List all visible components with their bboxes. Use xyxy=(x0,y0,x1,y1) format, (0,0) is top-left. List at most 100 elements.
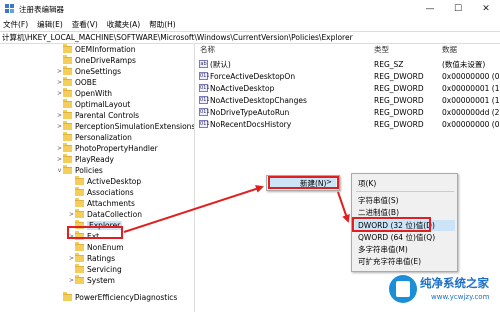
folder-icon xyxy=(75,176,84,185)
value-type: REG_DWORD xyxy=(374,119,424,129)
folder-icon xyxy=(75,242,84,251)
tree-item-parental-controls[interactable]: > Parental Controls xyxy=(56,110,139,121)
submenu-item-multi-string-value[interactable]: 多字符串值(M) xyxy=(358,244,408,255)
folder-icon xyxy=(63,121,72,130)
tree-item-onedriveramps[interactable]: OneDriveRamps xyxy=(56,55,136,66)
column-header-name[interactable]: 名称 xyxy=(200,44,215,55)
value-data: (数值未设置) xyxy=(442,59,486,69)
column-header-data[interactable]: 数据 xyxy=(442,44,457,55)
tree-item-label: Associations xyxy=(87,188,134,197)
string-value-icon: ab xyxy=(199,60,208,68)
menu-file[interactable]: 文件(F) xyxy=(3,19,28,30)
submenu-item-expandable-string-value[interactable]: 可扩充字符串值(E) xyxy=(358,256,421,267)
submenu-item-qword-value[interactable]: QWORD (64 位)值(Q) xyxy=(358,232,435,243)
tree-item-ratings[interactable]: > Ratings xyxy=(68,253,115,264)
tree-item-attachments[interactable]: Attachments xyxy=(68,198,135,209)
tree-item-policies[interactable]: v Policies xyxy=(56,165,103,176)
value-name: NoActiveDesktopChanges xyxy=(210,95,307,105)
tree-item-label: ActiveDesktop xyxy=(87,177,142,186)
value-row[interactable]: 011 NoRecentDocsHistory REG_DWORD 0x0000… xyxy=(196,118,500,130)
tree-item-label: PerceptionSimulationExtensions xyxy=(75,122,195,131)
tree-item-personalization[interactable]: Personalization xyxy=(56,132,132,143)
expand-arrow-icon[interactable]: > xyxy=(68,255,75,262)
tree-item-onesettings[interactable]: > OneSettings xyxy=(56,66,121,77)
maximize-button[interactable]: ☐ xyxy=(444,0,472,18)
menu-separator xyxy=(356,191,454,192)
value-data: 0x00000000 (0) xyxy=(442,119,500,129)
value-row[interactable]: 011 NoDriveTypeAutoRun REG_DWORD 0x00000… xyxy=(196,106,500,118)
menu-help[interactable]: 帮助(H) xyxy=(149,19,176,30)
tree-item-perceptionsimulationextensions[interactable]: > PerceptionSimulationExtensions xyxy=(56,121,195,132)
expand-arrow-icon[interactable]: > xyxy=(68,211,75,218)
value-name: NoRecentDocsHistory xyxy=(210,119,292,129)
value-row[interactable]: 011 ForceActiveDesktopOn REG_DWORD 0x000… xyxy=(196,70,500,82)
menu-favorites[interactable]: 收藏夹(A) xyxy=(107,19,140,30)
folder-icon xyxy=(75,187,84,196)
value-data: 0x00000001 (1) xyxy=(442,95,500,105)
tree-item-servicing[interactable]: Servicing xyxy=(68,264,122,275)
tree-item-datacollection[interactable]: > DataCollection xyxy=(68,209,142,220)
tree-item-nonenum[interactable]: NonEnum xyxy=(68,242,124,253)
minimize-button[interactable]: — xyxy=(416,0,444,18)
tree-item-system[interactable]: > System xyxy=(68,275,115,286)
value-row[interactable]: ab (默认) REG_SZ (数值未设置) xyxy=(196,58,500,70)
expand-arrow-icon[interactable]: > xyxy=(56,68,63,75)
tree-item-oeminformation[interactable]: OEMInformation xyxy=(56,44,136,55)
expand-arrow-icon[interactable]: > xyxy=(56,112,63,119)
expand-arrow-icon[interactable]: > xyxy=(56,145,63,152)
tree-item-label: Ratings xyxy=(87,254,116,263)
expand-arrow-icon[interactable]: > xyxy=(68,277,75,284)
close-button[interactable]: ✕ xyxy=(472,0,500,18)
tree-item-openwith[interactable]: > OpenWith xyxy=(56,88,112,99)
value-data: 0x00000001 (1) xyxy=(442,83,500,93)
value-row[interactable]: 011 NoActiveDesktopChanges REG_DWORD 0x0… xyxy=(196,94,500,106)
value-type: REG_DWORD xyxy=(374,107,424,117)
tree-item-activedesktop[interactable]: ActiveDesktop xyxy=(68,176,141,187)
expand-arrow-icon[interactable]: > xyxy=(56,90,63,97)
folder-icon xyxy=(63,110,72,119)
tree-item-label: Policies xyxy=(75,166,103,175)
value-type: REG_DWORD xyxy=(374,71,424,81)
submenu-item-key[interactable]: 项(K) xyxy=(358,178,376,189)
dword-value-icon: 011 xyxy=(199,72,210,80)
tree-item-associations[interactable]: Associations xyxy=(68,187,134,198)
submenu-item-string-value[interactable]: 字符串值(S) xyxy=(358,195,399,206)
value-type: REG_SZ xyxy=(374,59,404,69)
folder-icon xyxy=(63,143,72,152)
menu-edit[interactable]: 编辑(E) xyxy=(37,19,63,30)
collapse-arrow-icon[interactable]: v xyxy=(56,167,63,174)
tree-item-label: OEMInformation xyxy=(75,45,136,54)
tree-item-label: Personalization xyxy=(75,133,132,142)
expand-arrow-icon[interactable]: > xyxy=(56,123,63,130)
tree-item-photopropertyhandler[interactable]: > PhotoPropertyHandler xyxy=(56,143,158,154)
annotation-box-new xyxy=(268,176,339,189)
tree-item-playready[interactable]: > PlayReady xyxy=(56,154,114,165)
tree-item-label: OOBE xyxy=(75,78,97,87)
tree-item-powerefficiencydiagnostics[interactable]: PowerEfficiencyDiagnostics xyxy=(56,292,177,303)
address-path: 计算机\HKEY_LOCAL_MACHINE\SOFTWARE\Microsof… xyxy=(2,33,353,42)
watermark: 纯净系统之家 www.ycwjzy.com xyxy=(389,272,499,310)
address-bar[interactable]: 计算机\HKEY_LOCAL_MACHINE\SOFTWARE\Microsof… xyxy=(0,31,500,44)
column-header-type[interactable]: 类型 xyxy=(374,44,389,55)
expand-arrow-icon[interactable]: > xyxy=(56,79,63,86)
tree-item-label: Parental Controls xyxy=(75,111,140,120)
folder-icon xyxy=(63,66,72,75)
menu-view[interactable]: 查看(V) xyxy=(72,19,98,30)
tree-item-oobe[interactable]: > OOBE xyxy=(56,77,97,88)
tree-item-label: OpenWith xyxy=(75,89,113,98)
registry-tree[interactable]: OEMInformation OneDriveRamps > OneSettin… xyxy=(0,44,195,312)
folder-icon xyxy=(75,275,84,284)
title-bar: 注册表编辑器 — ☐ ✕ xyxy=(0,0,500,18)
tree-item-optimallayout[interactable]: OptimalLayout xyxy=(56,99,130,110)
tree-item-label: NonEnum xyxy=(87,243,124,252)
value-row[interactable]: 011 NoActiveDesktop REG_DWORD 0x00000001… xyxy=(196,82,500,94)
expand-arrow-icon[interactable]: > xyxy=(56,156,63,163)
folder-icon xyxy=(63,77,72,86)
annotation-box-dword xyxy=(352,217,431,232)
tree-item-label: Attachments xyxy=(87,199,135,208)
watermark-title: 纯净系统之家 xyxy=(420,276,489,290)
folder-icon xyxy=(63,44,72,53)
folder-icon xyxy=(63,292,72,301)
window-title: 注册表编辑器 xyxy=(19,4,64,14)
folder-icon xyxy=(63,55,72,64)
